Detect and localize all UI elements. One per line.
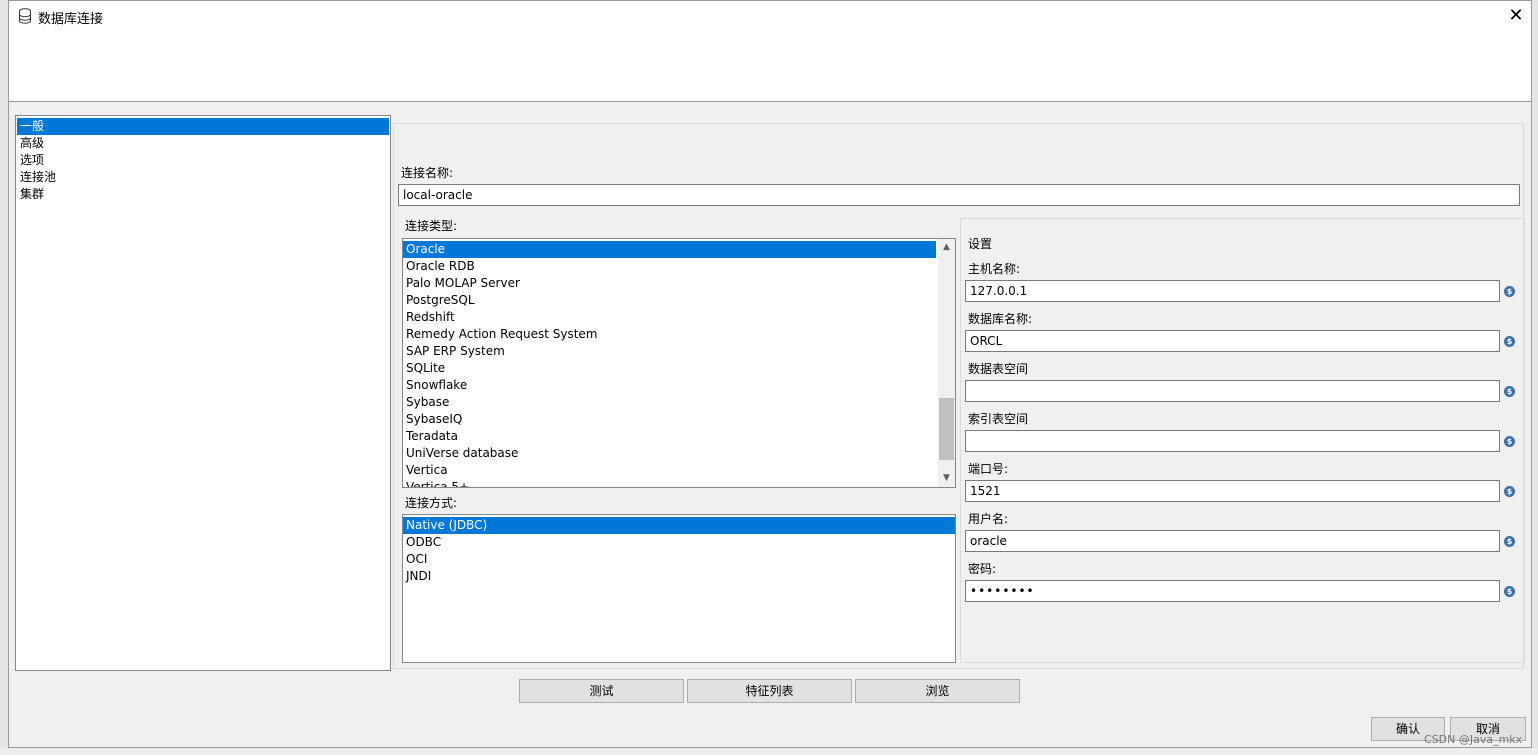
connection-type-list[interactable]: Oracle Oracle RDB Palo MOLAP Server Post… bbox=[402, 238, 956, 488]
list-item[interactable]: Oracle RDB bbox=[403, 258, 955, 275]
list-item[interactable]: PostgreSQL bbox=[403, 292, 955, 309]
explore-button[interactable]: 浏览 bbox=[855, 679, 1020, 703]
port-input[interactable]: 1521 bbox=[965, 480, 1500, 502]
scroll-up-icon[interactable]: ▲ bbox=[938, 239, 955, 256]
port-label: 端口号: bbox=[968, 462, 1009, 476]
variable-icon[interactable]: $ bbox=[1504, 486, 1515, 497]
data-tablespace-label: 数据表空间 bbox=[968, 362, 1029, 376]
feature-list-button[interactable]: 特征列表 bbox=[687, 679, 852, 703]
title-bar: 数据库连接 ✕ bbox=[9, 1, 1531, 102]
access-label: 连接方式: bbox=[405, 496, 458, 510]
nav-item-clustering[interactable]: 集群 bbox=[17, 186, 389, 203]
list-item[interactable]: Teradata bbox=[403, 428, 955, 445]
index-tablespace-input[interactable] bbox=[965, 430, 1500, 452]
password-input[interactable]: •••••••• bbox=[965, 580, 1500, 602]
settings-title: 设置 bbox=[968, 237, 993, 251]
nav-item-general[interactable]: 一般 bbox=[17, 118, 389, 135]
list-item[interactable]: SQLite bbox=[403, 360, 955, 377]
list-item[interactable]: OCI bbox=[403, 551, 955, 568]
nav-item-advanced[interactable]: 高级 bbox=[17, 135, 389, 152]
variable-icon[interactable]: $ bbox=[1504, 286, 1515, 297]
list-item[interactable]: Vertica bbox=[403, 462, 955, 479]
list-item[interactable]: Native (JDBC) bbox=[403, 517, 955, 534]
access-method-list[interactable]: Native (JDBC) ODBC OCI JNDI bbox=[402, 514, 956, 663]
close-icon: ✕ bbox=[1508, 5, 1524, 26]
connection-name-input[interactable]: local-oracle bbox=[398, 184, 1520, 206]
scroll-thumb[interactable] bbox=[939, 398, 954, 460]
list-item[interactable]: Snowflake bbox=[403, 377, 955, 394]
connection-type-scrollbar[interactable]: ▲ ▼ bbox=[938, 239, 955, 487]
list-item[interactable]: Palo MOLAP Server bbox=[403, 275, 955, 292]
list-item[interactable]: Redshift bbox=[403, 309, 955, 326]
list-item[interactable]: Vertica 5+ bbox=[403, 479, 955, 487]
data-tablespace-input[interactable] bbox=[965, 380, 1500, 402]
list-item[interactable]: Sybase bbox=[403, 394, 955, 411]
background-window-left bbox=[0, 0, 8, 755]
list-item[interactable]: Remedy Action Request System bbox=[403, 326, 955, 343]
list-item[interactable]: SybaseIQ bbox=[403, 411, 955, 428]
index-tablespace-label: 索引表空间 bbox=[968, 412, 1029, 426]
variable-icon[interactable]: $ bbox=[1504, 436, 1515, 447]
close-button[interactable]: ✕ bbox=[1503, 4, 1529, 28]
nav-item-options[interactable]: 选项 bbox=[17, 152, 389, 169]
username-input[interactable]: oracle bbox=[965, 530, 1500, 552]
variable-icon[interactable]: $ bbox=[1504, 336, 1515, 347]
variable-icon[interactable]: $ bbox=[1504, 386, 1515, 397]
list-item[interactable]: JNDI bbox=[403, 568, 955, 585]
username-label: 用户名: bbox=[968, 512, 1009, 526]
settings-group: 设置 主机名称: 127.0.0.1 $ 数据库名称: ORCL $ 数据表空间… bbox=[960, 218, 1525, 663]
list-item[interactable]: SAP ERP System bbox=[403, 343, 955, 360]
settings-category-list[interactable]: 一般 高级 选项 连接池 集群 bbox=[15, 115, 391, 671]
variable-icon[interactable]: $ bbox=[1504, 586, 1515, 597]
database-connection-dialog: 数据库连接 ✕ 一般 高级 选项 连接池 集群 连接名称: local-orac… bbox=[8, 0, 1532, 748]
database-name-input[interactable]: ORCL bbox=[965, 330, 1500, 352]
password-label: 密码: bbox=[968, 562, 997, 576]
variable-icon[interactable]: $ bbox=[1504, 536, 1515, 547]
scroll-down-icon[interactable]: ▼ bbox=[938, 470, 955, 487]
test-button[interactable]: 测试 bbox=[519, 679, 684, 703]
list-item[interactable]: Oracle bbox=[403, 241, 936, 258]
nav-item-pooling[interactable]: 连接池 bbox=[17, 169, 389, 186]
background-window-bottom bbox=[0, 748, 1538, 755]
database-icon bbox=[19, 8, 31, 24]
connection-name-label: 连接名称: bbox=[401, 166, 454, 180]
database-name-label: 数据库名称: bbox=[968, 312, 1033, 326]
host-label: 主机名称: bbox=[968, 262, 1021, 276]
background-window-right bbox=[1532, 0, 1538, 755]
list-item[interactable]: UniVerse database bbox=[403, 445, 955, 462]
watermark: CSDN @Java_mkx bbox=[1424, 733, 1523, 746]
host-input[interactable]: 127.0.0.1 bbox=[965, 280, 1500, 302]
connection-type-label: 连接类型: bbox=[405, 219, 458, 233]
window-title: 数据库连接 bbox=[38, 12, 104, 27]
list-item[interactable]: ODBC bbox=[403, 534, 955, 551]
